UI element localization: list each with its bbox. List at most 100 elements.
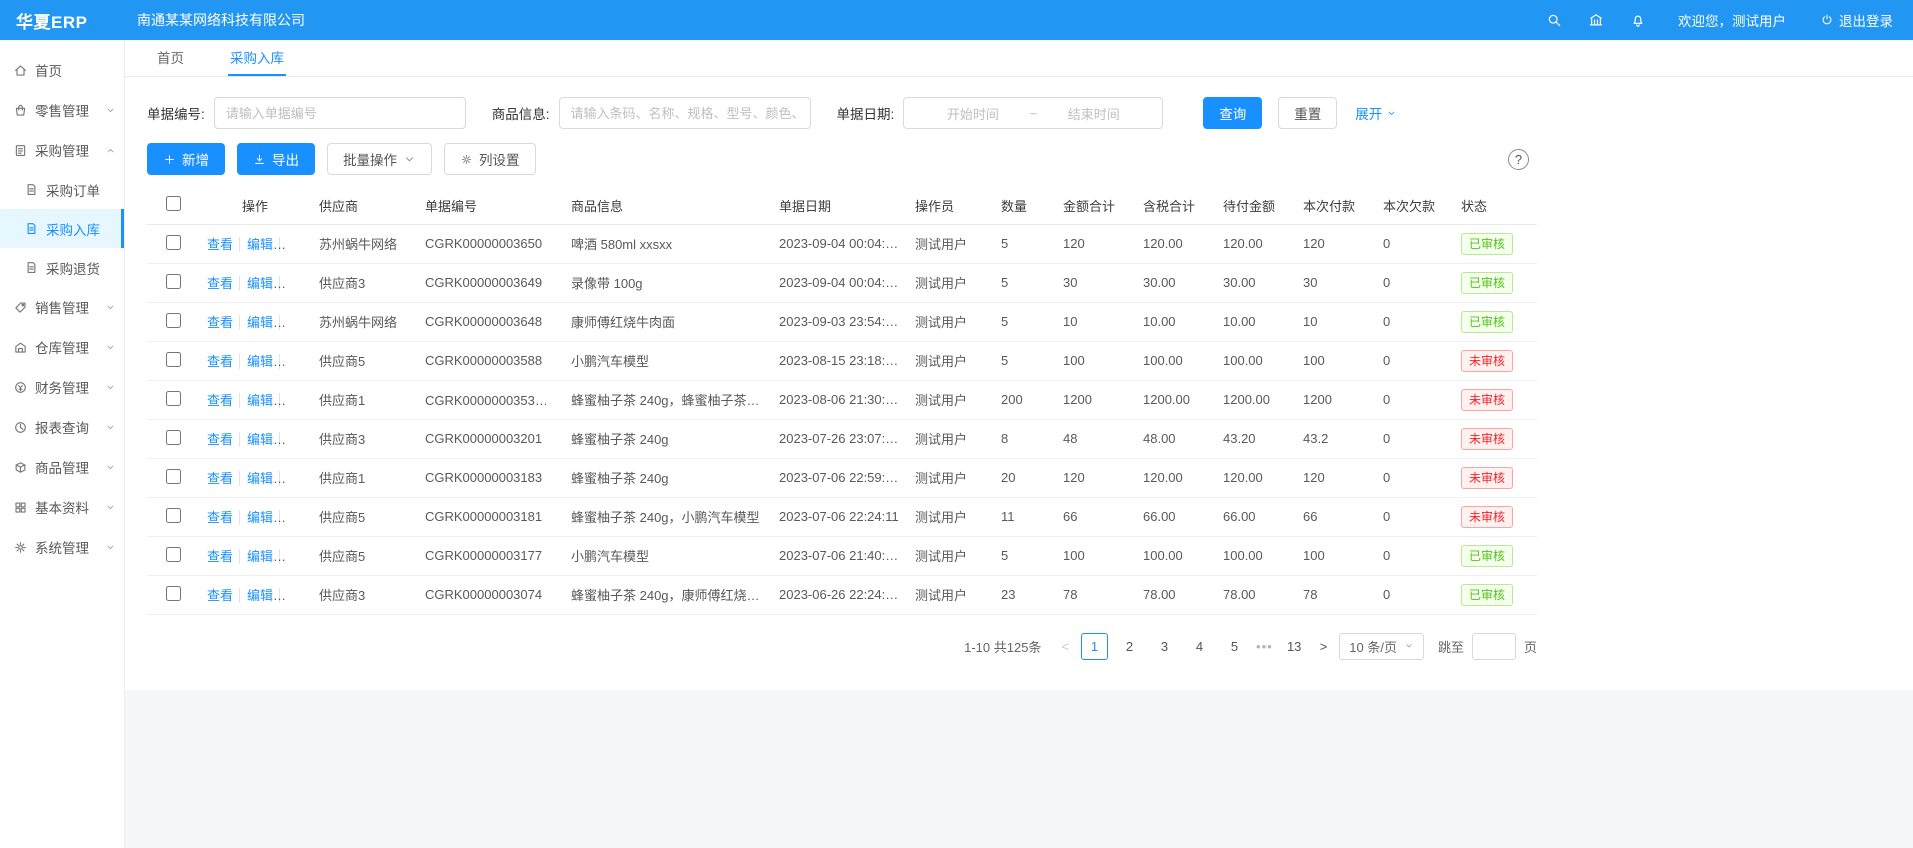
- cell-debt: 0: [1375, 497, 1453, 536]
- export-button[interactable]: 导出: [237, 143, 315, 175]
- column-header-status[interactable]: 状态: [1453, 187, 1537, 224]
- pagination-next[interactable]: >: [1316, 639, 1332, 654]
- row-checkbox[interactable]: [166, 469, 181, 484]
- column-header-qty[interactable]: 数量: [993, 187, 1055, 224]
- row-action-view[interactable]: 查看: [207, 588, 233, 603]
- row-checkbox[interactable]: [166, 313, 181, 328]
- row-checkbox[interactable]: [166, 430, 181, 445]
- row-action-edit[interactable]: 编辑: [239, 276, 273, 291]
- cell-total: 66: [1055, 497, 1135, 536]
- table-row[interactable]: 查看编辑复制删除供应商3CGRK00000003649录像带 100g2023-…: [147, 263, 1537, 302]
- row-checkbox[interactable]: [166, 547, 181, 562]
- sidebar-item-goods[interactable]: 商品管理: [0, 447, 124, 487]
- row-action-edit[interactable]: 编辑: [239, 393, 273, 408]
- sidebar-item-home[interactable]: 首页: [0, 50, 124, 90]
- column-header-product[interactable]: 商品信息: [563, 187, 771, 224]
- table-row[interactable]: 查看编辑复制删除供应商1CGRK00000003530[订]蜂蜜柚子茶 240g…: [147, 380, 1537, 419]
- search-icon[interactable]: [1546, 12, 1562, 28]
- column-header-operator[interactable]: 操作员: [907, 187, 993, 224]
- product-info-input[interactable]: [559, 97, 811, 129]
- row-action-view[interactable]: 查看: [207, 393, 233, 408]
- batch-ops-button[interactable]: 批量操作: [327, 143, 432, 175]
- chevron-down-icon: [1386, 108, 1397, 119]
- sidebar-item-purchase[interactable]: 采购管理: [0, 130, 124, 170]
- row-checkbox[interactable]: [166, 586, 181, 601]
- row-action-edit[interactable]: 编辑: [239, 549, 273, 564]
- table-row[interactable]: 查看编辑复制删除供应商5CGRK00000003181蜂蜜柚子茶 240g，小鹏…: [147, 497, 1537, 536]
- page-2[interactable]: 2: [1116, 633, 1143, 660]
- table-row[interactable]: 查看编辑复制删除苏州蜗牛网络CGRK00000003648康师傅红烧牛肉面202…: [147, 302, 1537, 341]
- page-1[interactable]: 1: [1081, 633, 1108, 660]
- row-action-edit[interactable]: 编辑: [239, 471, 273, 486]
- table-row[interactable]: 查看编辑复制删除供应商5CGRK00000003588小鹏汽车模型2023-08…: [147, 341, 1537, 380]
- row-checkbox[interactable]: [166, 274, 181, 289]
- table-row[interactable]: 查看编辑复制删除供应商3CGRK00000003201蜂蜜柚子茶 240g202…: [147, 419, 1537, 458]
- sidebar-item-sales[interactable]: 销售管理: [0, 287, 124, 327]
- page-ellipsis[interactable]: •••: [1256, 639, 1273, 654]
- row-action-view[interactable]: 查看: [207, 276, 233, 291]
- page-13[interactable]: 13: [1281, 633, 1308, 660]
- tab-home[interactable]: 首页: [155, 40, 186, 76]
- product-info-label: 商品信息:: [492, 103, 550, 123]
- row-action-view[interactable]: 查看: [207, 237, 233, 252]
- row-action-edit[interactable]: 编辑: [239, 315, 273, 330]
- column-header-date[interactable]: 单据日期: [771, 187, 907, 224]
- row-action-view[interactable]: 查看: [207, 471, 233, 486]
- sidebar-subitem-purchase-in[interactable]: 采购入库: [0, 209, 124, 248]
- sidebar-item-retail[interactable]: 零售管理: [0, 90, 124, 130]
- expand-link[interactable]: 展开: [1355, 103, 1397, 123]
- sidebar-subitem-purchase-order[interactable]: 采购订单: [0, 170, 124, 209]
- table-row[interactable]: 查看编辑复制删除供应商5CGRK00000003177小鹏汽车模型2023-07…: [147, 536, 1537, 575]
- row-action-view[interactable]: 查看: [207, 315, 233, 330]
- bill-no-input[interactable]: [214, 97, 466, 129]
- pagination-prev[interactable]: <: [1057, 639, 1073, 654]
- row-checkbox[interactable]: [166, 508, 181, 523]
- column-settings-button[interactable]: 列设置: [444, 143, 536, 175]
- sidebar-subitem-purchase-return[interactable]: 采购退货: [0, 248, 124, 287]
- table-row[interactable]: 查看编辑复制删除供应商3CGRK00000003074蜂蜜柚子茶 240g，康师…: [147, 575, 1537, 614]
- page-5[interactable]: 5: [1221, 633, 1248, 660]
- row-action-view[interactable]: 查看: [207, 549, 233, 564]
- bell-icon[interactable]: [1630, 12, 1646, 28]
- row-action-view[interactable]: 查看: [207, 432, 233, 447]
- column-header-due[interactable]: 待付金额: [1215, 187, 1295, 224]
- row-checkbox[interactable]: [166, 352, 181, 367]
- search-button[interactable]: 查询: [1203, 97, 1262, 129]
- company-name: 南通某某网络科技有限公司: [137, 10, 305, 30]
- sidebar-item-warehouse[interactable]: 仓库管理: [0, 327, 124, 367]
- row-action-edit[interactable]: 编辑: [239, 237, 273, 252]
- jump-page-input[interactable]: [1472, 633, 1516, 660]
- row-action-edit[interactable]: 编辑: [239, 588, 273, 603]
- date-range-picker[interactable]: 开始时间 ~ 结束时间: [903, 97, 1163, 129]
- add-button[interactable]: 新增: [147, 143, 225, 175]
- row-action-edit[interactable]: 编辑: [239, 432, 273, 447]
- row-checkbox[interactable]: [166, 235, 181, 250]
- tab-purchase-in[interactable]: 采购入库: [228, 40, 286, 76]
- row-action-edit[interactable]: 编辑: [239, 510, 273, 525]
- column-header-total[interactable]: 金额合计: [1055, 187, 1135, 224]
- row-checkbox[interactable]: [166, 391, 181, 406]
- sidebar-item-basedata[interactable]: 基本资料: [0, 487, 124, 527]
- page-3[interactable]: 3: [1151, 633, 1178, 660]
- row-action-edit[interactable]: 编辑: [239, 354, 273, 369]
- table-row[interactable]: 查看编辑复制删除苏州蜗牛网络CGRK00000003650啤酒 580ml xx…: [147, 224, 1537, 263]
- building-icon[interactable]: [1588, 12, 1604, 28]
- column-header-billNo[interactable]: 单据编号: [417, 187, 563, 224]
- table-row[interactable]: 查看编辑复制删除供应商1CGRK00000003183蜂蜜柚子茶 240g202…: [147, 458, 1537, 497]
- sidebar-item-system[interactable]: 系统管理: [0, 527, 124, 567]
- sidebar-item-finance[interactable]: 财务管理: [0, 367, 124, 407]
- logout-button[interactable]: 退出登录: [1820, 10, 1893, 30]
- reset-button[interactable]: 重置: [1278, 97, 1337, 129]
- help-icon[interactable]: ?: [1508, 149, 1529, 170]
- column-header-ops[interactable]: 操作: [199, 187, 311, 224]
- page-size-select[interactable]: 10 条/页: [1339, 633, 1424, 660]
- select-all-checkbox[interactable]: [166, 196, 181, 211]
- column-header-taxTotal[interactable]: 含税合计: [1135, 187, 1215, 224]
- row-action-view[interactable]: 查看: [207, 510, 233, 525]
- sidebar-item-report[interactable]: 报表查询: [0, 407, 124, 447]
- page-4[interactable]: 4: [1186, 633, 1213, 660]
- column-header-supplier[interactable]: 供应商: [311, 187, 417, 224]
- column-header-paid[interactable]: 本次付款: [1295, 187, 1375, 224]
- row-action-view[interactable]: 查看: [207, 354, 233, 369]
- column-header-debt[interactable]: 本次欠款: [1375, 187, 1453, 224]
